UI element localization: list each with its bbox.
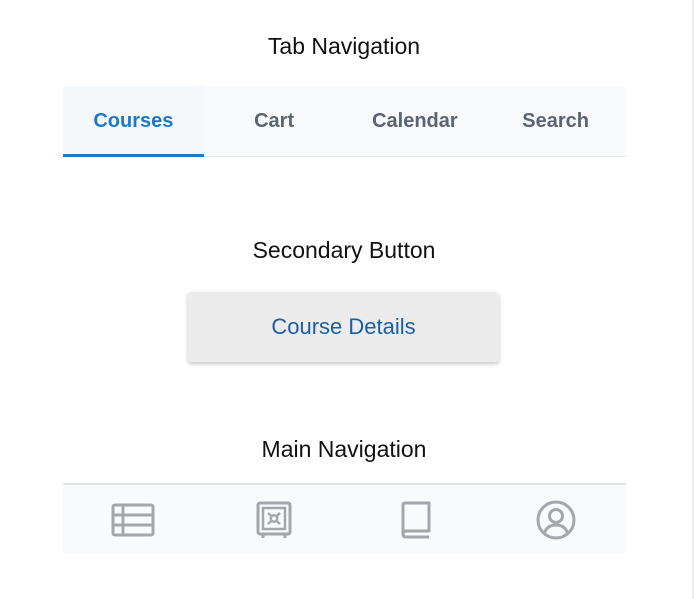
user-circle-icon — [536, 500, 576, 539]
tab-calendar[interactable]: Calendar — [345, 86, 486, 156]
nav-item-profile[interactable] — [485, 485, 626, 554]
tab-search[interactable]: Search — [485, 86, 626, 156]
nav-item-library[interactable] — [345, 485, 486, 554]
main-navigation — [63, 483, 626, 554]
tab-cart[interactable]: Cart — [204, 86, 345, 156]
secondary-button-heading: Secondary Button — [252, 237, 436, 263]
course-details-button[interactable]: Course Details — [188, 292, 499, 362]
tab-navigation-heading: Tab Navigation — [267, 33, 421, 59]
table-list-icon — [111, 503, 155, 536]
nav-item-cart[interactable] — [204, 485, 345, 554]
main-navigation-heading: Main Navigation — [261, 436, 427, 462]
safe-icon — [256, 501, 292, 538]
book-icon — [401, 501, 431, 538]
tab-navigation: Courses Cart Calendar Search — [63, 86, 626, 157]
tab-courses[interactable]: Courses — [63, 86, 204, 157]
nav-item-courses[interactable] — [63, 485, 204, 554]
